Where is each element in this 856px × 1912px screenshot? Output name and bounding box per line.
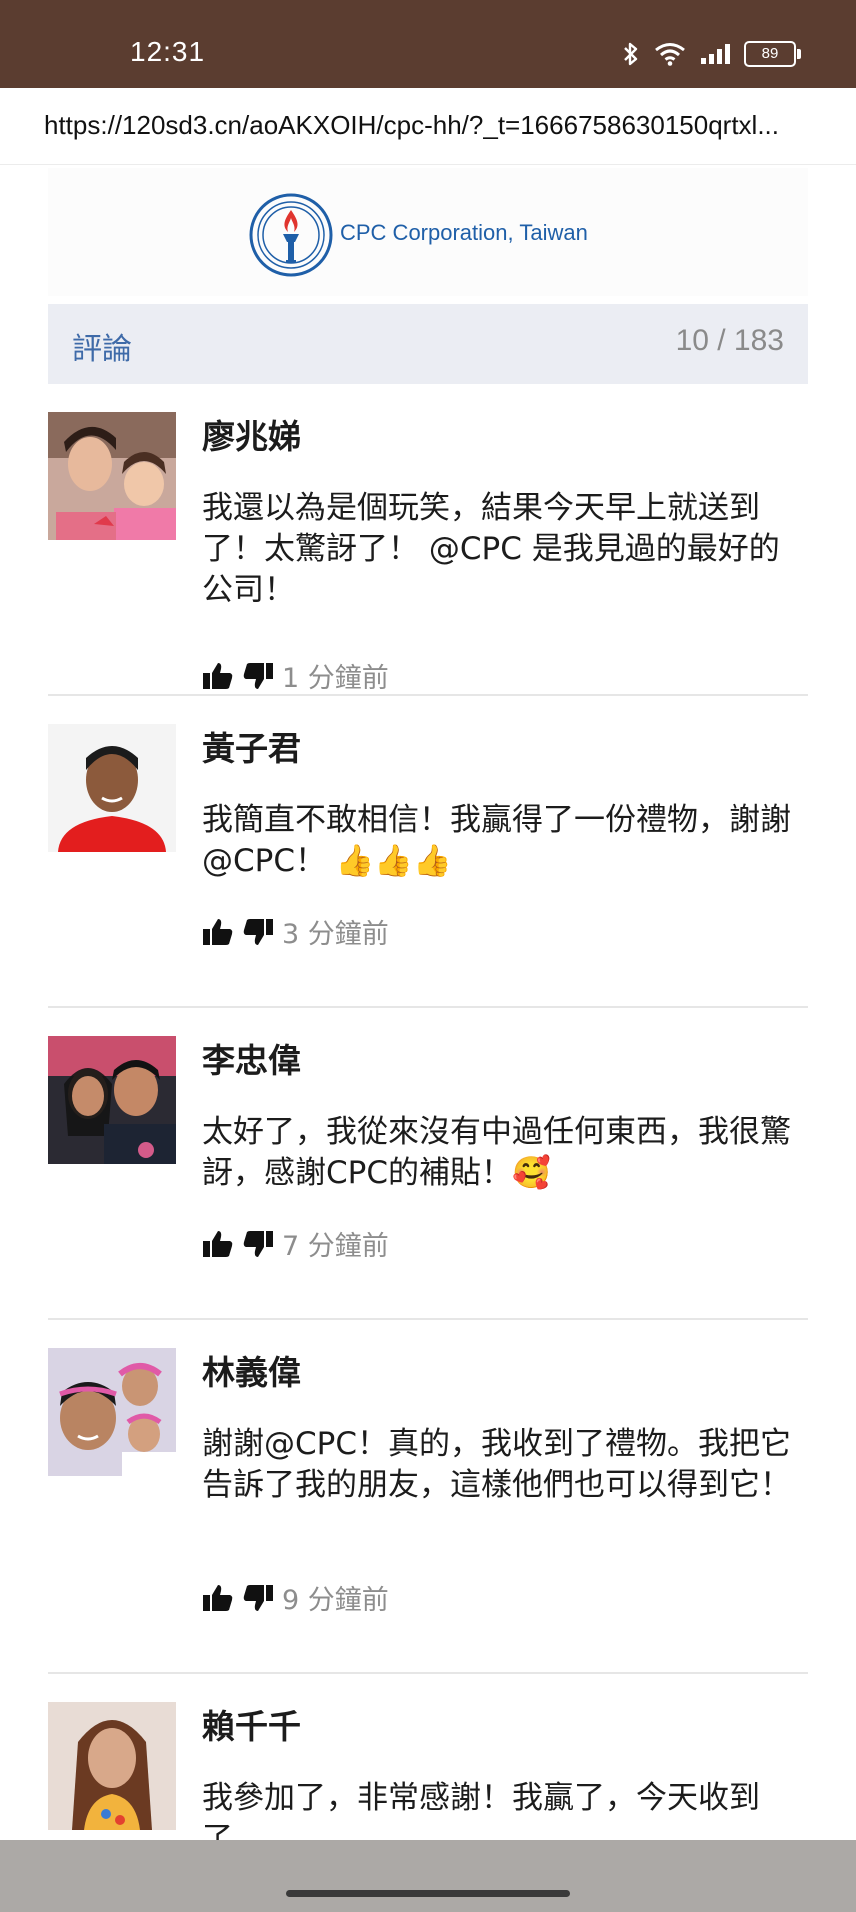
comment-text: 我參加了，非常感謝！我贏了，今天收到了。: [202, 1780, 760, 1840]
thumbs-down-icon[interactable]: [242, 1583, 274, 1613]
navigation-bar: [0, 1840, 856, 1912]
comment-item: 林義偉 謝謝@CPC！真的，我收到了禮物。我把它告訴了我的朋友，這樣他們也可以得…: [48, 1320, 808, 1674]
comment-time: 7 分鐘前: [282, 1231, 389, 1262]
battery-icon: 89: [744, 41, 801, 67]
comment-item: 賴千千 我參加了，非常感謝！我贏了，今天收到了。: [48, 1674, 808, 1840]
comment-text: 我簡直不敢相信！我贏得了一份禮物，謝謝@CPC！ 👍👍👍: [202, 802, 791, 879]
status-bar: 12:31 89: [0, 0, 856, 88]
thumbs-up-icon[interactable]: [202, 661, 234, 691]
comment-actions: 7 分鐘前: [202, 1224, 389, 1263]
commenter-name: 李忠偉: [202, 1041, 301, 1080]
commenter-name: 賴千千: [202, 1707, 301, 1746]
comment-text: 太好了，我從來沒有中過任何東西，我很驚訝，感謝CPC的補貼！🥰: [202, 1114, 791, 1191]
thumbs-down-icon[interactable]: [242, 661, 274, 691]
comment-time: 9 分鐘前: [282, 1585, 389, 1616]
thumbs-up-icon[interactable]: [202, 1229, 234, 1259]
status-icons: 89: [622, 40, 801, 68]
comment-text: 謝謝@CPC！真的，我收到了禮物。我把它告訴了我的朋友，這樣他們也可以得到它！: [202, 1426, 791, 1503]
commenter-name: 廖兆娣: [202, 417, 301, 456]
thumbs-down-icon[interactable]: [242, 1229, 274, 1259]
brand-name: CPC Corporation, Taiwan: [340, 220, 588, 245]
thumbs-down-icon[interactable]: [242, 917, 274, 947]
comments-header: 評論 10 / 183: [48, 304, 808, 384]
comment-time: 3 分鐘前: [282, 919, 389, 950]
commenter-name: 黃子君: [202, 729, 301, 768]
avatar[interactable]: [48, 412, 176, 540]
browser-url-bar[interactable]: https://120sd3.cn/aoAKXOIH/cpc-hh/?_t=16…: [0, 88, 856, 165]
avatar[interactable]: [48, 1036, 176, 1164]
comment-actions: 1 分鐘前: [202, 656, 389, 695]
comment-item: 廖兆娣 我還以為是個玩笑，結果今天早上就送到了！太驚訝了！ @CPC 是我見過的…: [48, 384, 808, 696]
avatar[interactable]: [48, 1702, 176, 1830]
bluetooth-icon: [624, 42, 638, 66]
thumbs-up-icon[interactable]: [202, 1583, 234, 1613]
comment-time: 1 分鐘前: [282, 663, 389, 694]
comments-count: 10 / 183: [675, 324, 784, 357]
status-time: 12:31: [130, 36, 206, 67]
home-indicator[interactable]: [286, 1890, 570, 1897]
comment-list: 廖兆娣 我還以為是個玩笑，結果今天早上就送到了！太驚訝了！ @CPC 是我見過的…: [48, 384, 808, 1840]
thumbs-up-icon[interactable]: [202, 917, 234, 947]
comment-text: 我還以為是個玩笑，結果今天早上就送到了！太驚訝了！ @CPC 是我見過的最好的公…: [202, 490, 780, 608]
comment-actions: 9 分鐘前: [202, 1578, 389, 1617]
wifi-icon: [655, 43, 685, 66]
url-text[interactable]: https://120sd3.cn/aoAKXOIH/cpc-hh/?_t=16…: [44, 110, 814, 141]
brand-header: CPC Corporation, Taiwan: [48, 168, 808, 296]
avatar[interactable]: [48, 724, 176, 852]
commenter-name: 林義偉: [202, 1353, 301, 1392]
cpc-logo-icon: [249, 193, 333, 277]
signal-icon: [701, 44, 730, 64]
comment-actions: 3 分鐘前: [202, 912, 389, 951]
comments-title: 評論: [72, 332, 132, 367]
comment-item: 黃子君 我簡直不敢相信！我贏得了一份禮物，謝謝@CPC！ 👍👍👍 3 分鐘前: [48, 696, 808, 1008]
avatar[interactable]: [48, 1348, 176, 1476]
comment-item: 李忠偉 太好了，我從來沒有中過任何東西，我很驚訝，感謝CPC的補貼！🥰 7 分鐘…: [48, 1008, 808, 1320]
